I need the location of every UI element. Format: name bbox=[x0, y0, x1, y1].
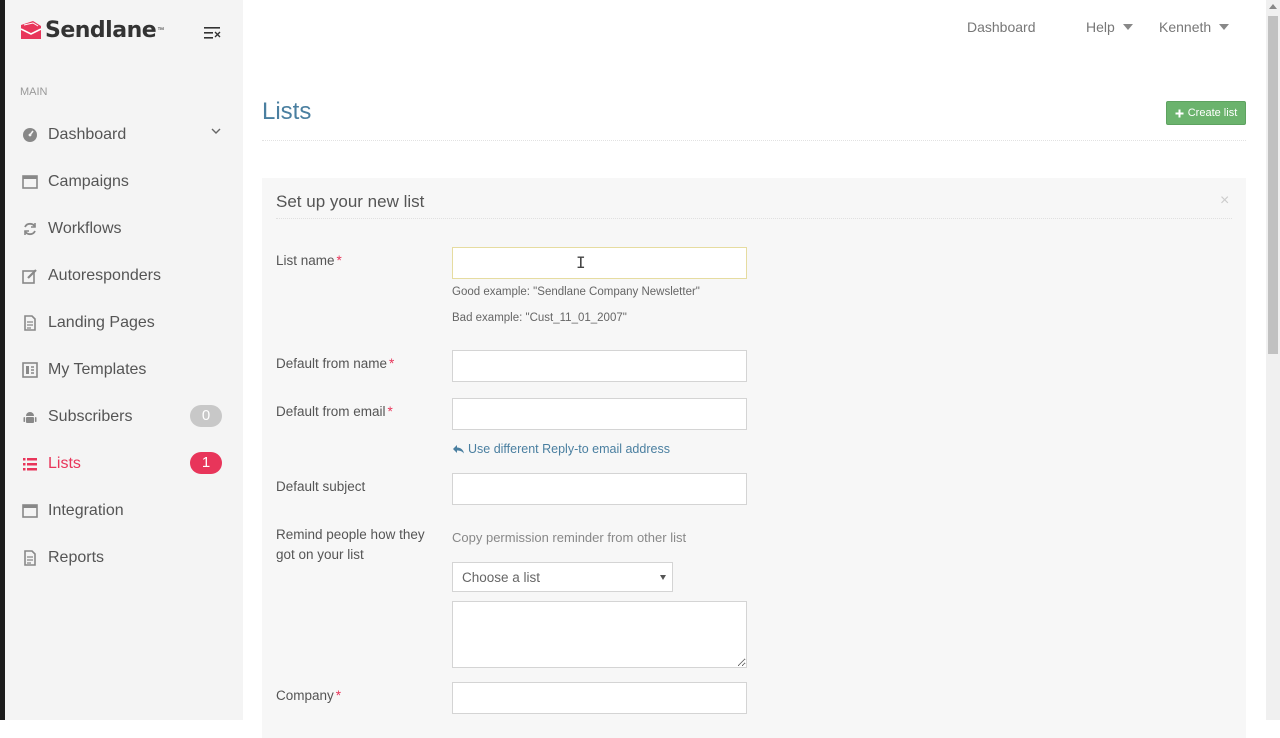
from-name-input[interactable] bbox=[452, 350, 747, 382]
subject-input[interactable] bbox=[452, 473, 747, 505]
title-divider bbox=[262, 140, 1246, 141]
page-icon bbox=[24, 549, 36, 566]
required-mark: * bbox=[336, 253, 342, 268]
sidebar-item-label: Campaigns bbox=[48, 172, 129, 190]
topnav-user-label: Kenneth bbox=[1159, 19, 1212, 35]
list-name-input[interactable] bbox=[452, 247, 747, 279]
page-title: Lists bbox=[262, 98, 312, 125]
close-panel-button[interactable]: × bbox=[1220, 192, 1229, 210]
sidebar-item-lists[interactable]: Lists 1 bbox=[5, 440, 243, 487]
sidebar-item-dashboard[interactable]: Dashboard bbox=[5, 111, 243, 158]
bad-example-hint: Bad example: "Cust_11_01_2007" bbox=[452, 312, 627, 324]
sidebar-item-autoresponders[interactable]: Autoresponders bbox=[5, 252, 243, 299]
from-name-label: Default from name * bbox=[276, 356, 395, 371]
dashboard-icon bbox=[23, 127, 37, 142]
text-cursor-icon: I bbox=[576, 253, 586, 272]
sidebar-item-label: Dashboard bbox=[48, 125, 127, 143]
topnav-user-menu[interactable]: Kenneth bbox=[1159, 19, 1230, 35]
required-mark: * bbox=[335, 688, 342, 703]
remind-label: Remind people how they got on your list bbox=[276, 527, 425, 562]
sidebar-item-integration[interactable]: Integration bbox=[5, 487, 243, 534]
from-email-label: Default from email * bbox=[276, 404, 393, 419]
window-icon bbox=[22, 174, 38, 189]
refresh-icon bbox=[24, 222, 36, 235]
topnav-help-label: Help bbox=[1086, 19, 1115, 35]
sidebar-item-label: Autoresponders bbox=[48, 266, 161, 284]
sidebar-item-my-templates[interactable]: My Templates bbox=[5, 346, 243, 393]
topnav-dashboard-link[interactable]: Dashboard bbox=[967, 19, 1036, 35]
sidebar-item-label: Landing Pages bbox=[48, 313, 155, 331]
create-list-label: Create list bbox=[1187, 107, 1238, 119]
from-email-input[interactable] bbox=[452, 398, 747, 430]
topnav-dashboard-label: Dashboard bbox=[967, 19, 1036, 35]
required-mark: * bbox=[389, 356, 395, 371]
section-label-main: MAIN bbox=[20, 86, 48, 98]
good-example-hint: Good example: "Sendlane Company Newslett… bbox=[452, 286, 700, 298]
permission-reminder-textarea[interactable] bbox=[452, 601, 747, 668]
choose-list-select[interactable]: Choose a list bbox=[452, 562, 673, 592]
sidebar-item-label: Subscribers bbox=[48, 407, 133, 425]
caret-down-icon bbox=[1219, 24, 1230, 30]
sidebar-item-label: Reports bbox=[48, 548, 105, 566]
sidebar-item-campaigns[interactable]: Campaigns bbox=[5, 158, 243, 205]
sidebar-nav: Dashboard Campaigns Workflows Autorespon… bbox=[5, 111, 243, 581]
copy-permission-text: Copy permission reminder from other list bbox=[452, 530, 687, 545]
template-icon bbox=[22, 361, 38, 378]
sendlane-logo-icon bbox=[20, 20, 42, 39]
required-mark: * bbox=[387, 404, 393, 419]
sidebar-item-label: Lists bbox=[48, 454, 81, 472]
select-arrow-icon bbox=[660, 575, 666, 580]
list-icon bbox=[23, 457, 37, 470]
logo[interactable]: Sendlane ™ bbox=[19, 18, 164, 43]
scroll-thumb[interactable] bbox=[1268, 16, 1278, 354]
topnav-help-menu[interactable]: Help bbox=[1086, 19, 1133, 35]
sidebar: Sendlane ™ MAIN Dashboard Campaigns Work… bbox=[5, 0, 243, 720]
choose-list-value: Choose a list bbox=[462, 569, 541, 585]
reply-to-link[interactable]: Use different Reply-to email address bbox=[452, 442, 670, 456]
page-scrollbar[interactable] bbox=[1266, 0, 1280, 720]
subscribers-count-badge: 0 bbox=[190, 405, 222, 427]
panel-title: Set up your new list bbox=[276, 192, 425, 211]
sidebar-item-label: My Templates bbox=[48, 360, 147, 378]
android-icon bbox=[23, 411, 37, 423]
logo-trademark: ™ bbox=[157, 27, 165, 34]
edit-icon bbox=[22, 268, 37, 284]
logo-text: Sendlane bbox=[45, 18, 157, 43]
chevron-down-icon bbox=[211, 128, 221, 134]
collapse-sidebar-button[interactable] bbox=[203, 24, 225, 44]
scroll-up-arrow-icon[interactable] bbox=[1269, 4, 1277, 9]
company-input[interactable] bbox=[452, 682, 747, 714]
reply-to-link-label: Use different Reply-to email address bbox=[468, 442, 670, 456]
menu-collapse-icon bbox=[204, 27, 221, 39]
top-navigation: Dashboard Help Kenneth bbox=[243, 0, 1266, 54]
subject-label: Default subject bbox=[276, 479, 366, 494]
window-icon bbox=[22, 503, 38, 518]
caret-down-icon bbox=[1122, 24, 1133, 30]
page-icon bbox=[24, 314, 36, 331]
create-list-button[interactable]: Create list bbox=[1166, 101, 1246, 125]
panel-divider bbox=[276, 218, 1232, 219]
sidebar-item-label: Workflows bbox=[48, 219, 122, 237]
sidebar-item-workflows[interactable]: Workflows bbox=[5, 205, 243, 252]
reply-icon bbox=[453, 445, 464, 454]
sidebar-item-label: Integration bbox=[48, 501, 124, 519]
plus-icon bbox=[1175, 109, 1184, 117]
sidebar-item-landing-pages[interactable]: Landing Pages bbox=[5, 299, 243, 346]
sidebar-item-reports[interactable]: Reports bbox=[5, 534, 243, 581]
company-label: Company * bbox=[276, 688, 342, 703]
lists-count-badge: 1 bbox=[190, 452, 222, 474]
new-list-panel: Set up your new list × List name * Good e… bbox=[262, 178, 1246, 738]
list-name-label: List name * bbox=[276, 253, 342, 268]
sidebar-item-subscribers[interactable]: Subscribers 0 bbox=[5, 393, 243, 440]
